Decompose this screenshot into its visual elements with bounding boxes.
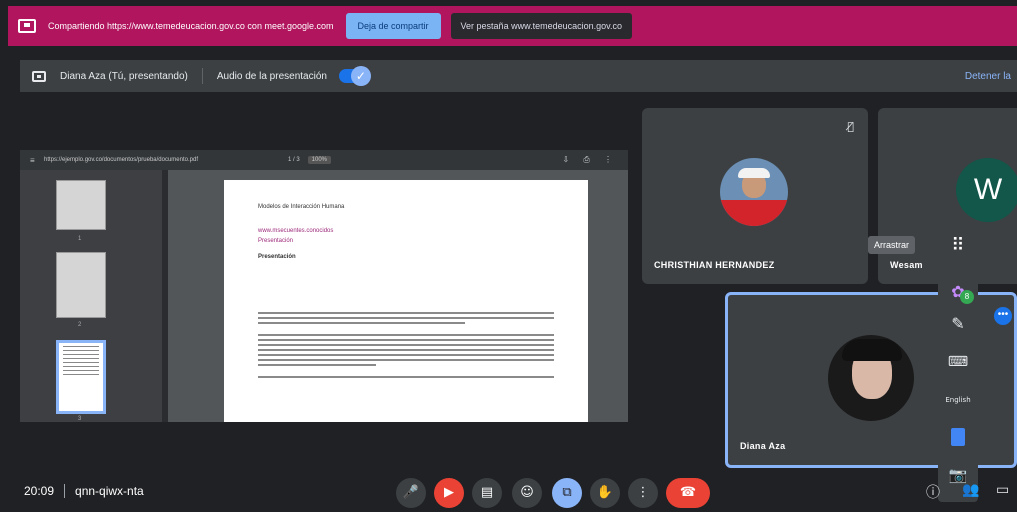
mic-off-icon: 🎙̸ xyxy=(847,120,854,133)
divider xyxy=(201,68,203,84)
present-screen-icon xyxy=(32,70,46,82)
pdf-thumbnail-panel: 1 2 3 xyxy=(20,170,168,422)
avatar-cap xyxy=(738,168,770,178)
thumbnail-number: 2 xyxy=(78,322,82,328)
emoji-icon[interactable]: ☺ xyxy=(512,478,542,508)
thumbnail-number: 1 xyxy=(78,236,82,242)
bottom-control-bar: 20:09 qnn-qiwx-nta 🎤 ▶ ▤ ☺ ⧉ ✋ ⋮ ☎ ⓘ 👥 ▭ xyxy=(0,470,1017,512)
pdf-page-indicator[interactable]: 1 / 3 xyxy=(288,157,300,163)
participant-name: CHRISTHIAN HERNANDEZ xyxy=(654,260,775,270)
page-thumbnail[interactable] xyxy=(56,252,106,318)
avatar-shirt xyxy=(720,200,788,226)
more-options-icon[interactable]: ••• xyxy=(994,307,1012,325)
captions-icon[interactable]: ▤ xyxy=(472,478,502,508)
floating-side-toolbar: ✿ 8 ✎ ⌨ English 📷 xyxy=(938,270,978,502)
raise-hand-icon[interactable]: ✋ xyxy=(590,478,620,508)
microphone-icon[interactable]: 🎤 xyxy=(396,478,426,508)
avatar: W xyxy=(956,158,1017,222)
presentation-audio-toggle[interactable] xyxy=(338,66,371,86)
pdf-page: Modelos de Interacción Humana www.msecue… xyxy=(224,180,588,422)
pen-icon[interactable]: ✎ xyxy=(938,314,978,333)
participant-name: Wesam xyxy=(890,260,923,270)
screen-share-icon xyxy=(18,19,36,33)
page-link-text[interactable]: www.msecuentes.conocidos xyxy=(258,228,554,234)
document-icon[interactable] xyxy=(938,428,978,450)
page-title: Presentación xyxy=(258,254,296,260)
page-paragraph xyxy=(258,312,554,324)
drag-handle-icon[interactable]: ⠿ xyxy=(938,228,978,264)
pdf-document-area: Modelos de Interacción Humana www.msecue… xyxy=(168,170,628,422)
pdf-zoom-level[interactable]: 100% xyxy=(307,156,332,164)
page-header-text: Modelos de Interacción Humana xyxy=(258,204,345,210)
menu-icon[interactable]: ≡ xyxy=(30,156,38,165)
divider xyxy=(64,484,66,498)
pdf-file-name: https://ejemplo.gov.co/documentos/prueba… xyxy=(44,157,198,163)
page-paragraph xyxy=(258,334,554,366)
page-thumbnail-active[interactable] xyxy=(56,340,106,414)
page-paragraph xyxy=(258,376,554,378)
pdf-actions-icon[interactable]: ⇩ ⎙ ⋮ xyxy=(562,155,618,165)
stop-sharing-button[interactable]: Deja de compartir xyxy=(345,13,441,39)
chat-icon[interactable]: ▭ xyxy=(996,482,1009,498)
page-thumbnail[interactable] xyxy=(56,180,106,230)
present-now-icon[interactable]: ⧉ xyxy=(552,478,582,508)
clock-time: 20:09 xyxy=(24,484,55,498)
participant-name: Diana Aza xyxy=(740,441,786,451)
avatar-hair xyxy=(842,339,902,361)
camera-off-icon[interactable]: ▶ xyxy=(434,478,464,508)
presenter-name: Diana Aza (Tú, presentando) xyxy=(60,70,188,82)
presentation-audio-label: Audio de la presentación xyxy=(216,70,327,82)
caption-language[interactable]: English xyxy=(938,396,978,404)
thumbnail-number: 3 xyxy=(78,416,82,422)
leave-call-icon[interactable]: ☎ xyxy=(666,478,710,508)
people-icon[interactable]: 👥 xyxy=(962,482,979,498)
avatar xyxy=(720,158,788,226)
drag-tooltip: Arrastrar xyxy=(868,236,916,254)
switch-tab-button[interactable]: Ver pestaña www.temedeucacion.gov.co xyxy=(450,13,632,39)
stop-presenting-button[interactable]: Detener la xyxy=(965,71,1011,82)
more-options-button[interactable]: ⋮ xyxy=(628,478,658,508)
info-icon[interactable]: ⓘ xyxy=(926,482,940,502)
presenting-bar: Diana Aza (Tú, presentando) Audio de la … xyxy=(20,60,1017,92)
participant-tile[interactable]: 🎙̸ CHRISTHIAN HERNANDEZ xyxy=(642,108,868,284)
avatar xyxy=(828,335,914,421)
pdf-toolbar: ≡ https://ejemplo.gov.co/documentos/prue… xyxy=(20,150,628,170)
keyboard-icon[interactable]: ⌨ xyxy=(938,354,978,370)
share-status-text: Compartiendo https://www.temedeucacion.g… xyxy=(48,21,334,31)
share-banner: Compartiendo https://www.temedeucacion.g… xyxy=(8,6,1017,46)
meeting-code: qnn-qiwx-nta xyxy=(75,484,144,498)
meeting-info: 20:09 qnn-qiwx-nta xyxy=(24,484,144,498)
badge-count: 8 xyxy=(960,290,974,304)
shared-screen-tile: ≡ https://ejemplo.gov.co/documentos/prue… xyxy=(20,150,628,422)
page-subtitle: Presentación xyxy=(258,238,294,244)
